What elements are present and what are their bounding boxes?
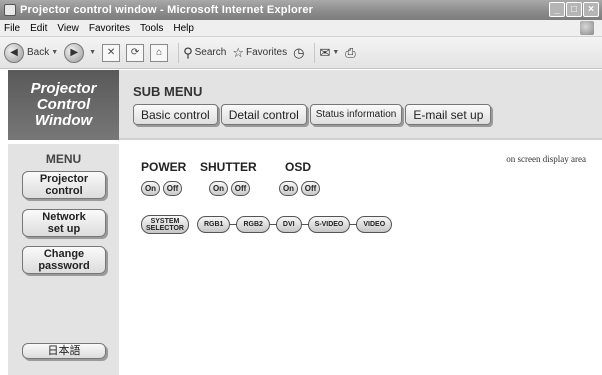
menu-view[interactable]: View bbox=[57, 23, 79, 34]
logo-line-2: Control bbox=[36, 96, 91, 113]
system-selector-label-1: SYSTEM bbox=[150, 217, 180, 225]
japanese-language-button[interactable]: 日本語 bbox=[22, 343, 106, 359]
change-password-button[interactable]: Change password bbox=[22, 246, 106, 274]
minimize-button[interactable]: _ bbox=[549, 2, 565, 17]
menu-edit[interactable]: Edit bbox=[30, 23, 47, 34]
search-button[interactable]: ⚲ Search bbox=[183, 45, 226, 61]
sub-menu-buttons: Basic control Detail control Status info… bbox=[133, 104, 492, 125]
refresh-button[interactable]: ⟳ bbox=[126, 43, 145, 62]
stop-icon: ✕ bbox=[102, 43, 121, 62]
windows-logo-icon bbox=[580, 21, 594, 35]
control-area: on screen display area POWER SHUTTER OSD… bbox=[119, 144, 602, 375]
shutter-off-button[interactable]: Off bbox=[231, 181, 250, 196]
maximize-button[interactable]: □ bbox=[566, 2, 582, 17]
shutter-label: SHUTTER bbox=[200, 160, 257, 174]
sub-menu-title: SUB MENU bbox=[133, 84, 203, 99]
back-button[interactable]: ◀ Back ▼ bbox=[4, 42, 59, 63]
logo-line-1: Projector bbox=[30, 80, 97, 97]
mail-button[interactable]: ✉ ▼ bbox=[319, 45, 339, 61]
power-on-button[interactable]: On bbox=[141, 181, 160, 196]
search-label: Search bbox=[194, 47, 227, 58]
video-button[interactable]: VIDEO bbox=[356, 216, 393, 233]
osd-on-button[interactable]: On bbox=[279, 181, 298, 196]
projector-control-label-2: control bbox=[45, 185, 83, 197]
close-button[interactable]: × bbox=[583, 2, 599, 17]
projector-control-label-1: Projector bbox=[39, 173, 89, 185]
network-setup-button[interactable]: Network set up bbox=[22, 209, 106, 237]
favorites-button[interactable]: ☆ Favorites bbox=[232, 45, 287, 61]
chevron-down-icon: ▼ bbox=[332, 49, 340, 56]
toolbar-separator bbox=[314, 42, 316, 63]
osd-off-button[interactable]: Off bbox=[301, 181, 320, 196]
network-setup-label-2: set up bbox=[47, 223, 81, 235]
home-button[interactable]: ⌂ bbox=[150, 43, 169, 62]
osd-area-label: on screen display area bbox=[506, 154, 586, 164]
title-bar: Projector control window - Microsoft Int… bbox=[0, 0, 602, 20]
forward-arrow-icon: ▶ bbox=[64, 42, 85, 63]
back-arrow-icon: ◀ bbox=[4, 42, 24, 63]
history-button[interactable]: ◷ bbox=[293, 45, 304, 61]
menu-help[interactable]: Help bbox=[173, 23, 194, 34]
connector-line bbox=[301, 224, 308, 225]
home-icon: ⌂ bbox=[150, 43, 169, 62]
change-password-label-1: Change bbox=[43, 248, 85, 260]
rgb1-button[interactable]: RGB1 bbox=[197, 216, 231, 233]
system-selector-button[interactable]: SYSTEM SELECTOR bbox=[141, 215, 189, 234]
osd-label: OSD bbox=[285, 160, 312, 174]
chevron-down-icon: ▼ bbox=[89, 49, 97, 56]
network-setup-label-1: Network bbox=[42, 211, 86, 223]
dvi-button[interactable]: DVI bbox=[275, 216, 302, 233]
sub-menu: SUB MENU Basic control Detail control St… bbox=[119, 70, 602, 140]
toolbar-separator bbox=[178, 42, 180, 63]
logo-line-3: Window bbox=[34, 112, 93, 129]
menu-bar: File Edit View Favorites Tools Help bbox=[0, 20, 602, 37]
forward-button[interactable]: ▶ ▼ bbox=[64, 42, 97, 63]
basic-control-button[interactable]: Basic control bbox=[133, 104, 218, 125]
email-setup-button[interactable]: E-mail set up bbox=[405, 104, 492, 125]
rgb2-button[interactable]: RGB2 bbox=[236, 216, 270, 233]
power-label: POWER bbox=[141, 160, 187, 174]
power-off-button[interactable]: Off bbox=[163, 181, 182, 196]
window-title: Projector control window - Microsoft Int… bbox=[20, 4, 314, 16]
history-icon: ◷ bbox=[293, 44, 305, 60]
projector-control-window-logo: Projector Control Window bbox=[8, 70, 119, 140]
page-content: Projector Control Window SUB MENU Basic … bbox=[0, 70, 602, 375]
favorites-star-icon: ☆ bbox=[232, 44, 244, 60]
projector-control-button[interactable]: Projector control bbox=[22, 171, 106, 199]
detail-control-button[interactable]: Detail control bbox=[220, 104, 307, 125]
menu-favorites[interactable]: Favorites bbox=[89, 23, 130, 34]
system-selector-label-2: SELECTOR bbox=[146, 224, 184, 232]
stop-button[interactable]: ✕ bbox=[102, 43, 121, 62]
input-selector-row: SYSTEM SELECTOR RGB1 RGB2 DVI S-VIDEO VI… bbox=[141, 215, 393, 234]
status-information-button[interactable]: Status information bbox=[309, 104, 403, 125]
browser-toolbar: ◀ Back ▼ ▶ ▼ ✕ ⟳ ⌂ ⚲ Search ☆ Favorites … bbox=[0, 37, 602, 69]
mail-icon: ✉ bbox=[319, 44, 331, 60]
back-label: Back bbox=[27, 47, 50, 58]
menu-tools[interactable]: Tools bbox=[140, 23, 163, 34]
chevron-down-icon: ▼ bbox=[51, 49, 59, 56]
change-password-label-2: password bbox=[38, 260, 90, 272]
sidebar-title: MENU bbox=[45, 152, 82, 166]
svideo-button[interactable]: S-VIDEO bbox=[307, 216, 351, 233]
search-icon: ⚲ bbox=[183, 44, 193, 60]
menu-file[interactable]: File bbox=[4, 23, 20, 34]
refresh-icon: ⟳ bbox=[126, 43, 145, 62]
print-button[interactable]: ⎙ bbox=[345, 45, 355, 61]
sidebar-menu: MENU Projector control Network set up Ch… bbox=[8, 144, 119, 375]
shutter-on-button[interactable]: On bbox=[209, 181, 228, 196]
print-icon: ⎙ bbox=[345, 44, 356, 60]
ie-app-icon bbox=[4, 4, 16, 16]
favorites-label: Favorites bbox=[245, 47, 288, 58]
window-controls: _ □ × bbox=[549, 2, 599, 17]
